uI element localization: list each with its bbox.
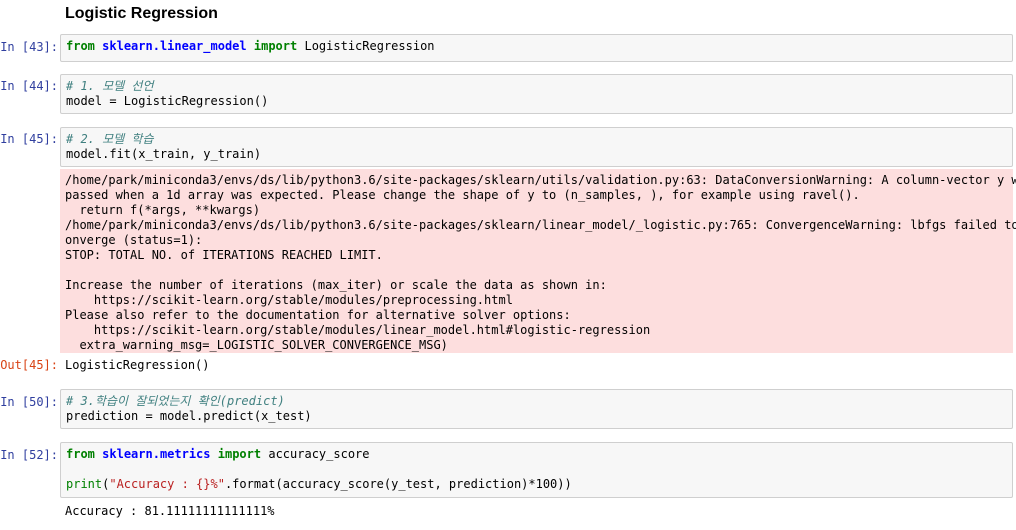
notebook: Logistic Regression In [43]: from sklear…	[0, 0, 1016, 530]
code-cell-50[interactable]: # 3.학습이 잘되었는지 확인(predict) prediction = m…	[60, 389, 1013, 429]
input-prompt: In [44]:	[0, 79, 58, 93]
code-comment: # 3.학습이 잘되었는지 확인(predict)	[66, 394, 285, 408]
input-prompt: In [50]:	[0, 395, 58, 409]
builtin-print: print	[66, 477, 103, 491]
module-name: sklearn.linear_model	[102, 39, 247, 53]
keyword-import: import	[253, 39, 298, 53]
code-cell-43[interactable]: from sklearn.linear_model import Logisti…	[60, 34, 1013, 62]
code-line: prediction = model.predict(x_test)	[66, 409, 312, 423]
code-line: .format(accuracy_score(y_test, predictio…	[224, 477, 572, 491]
code-cell-52[interactable]: from sklearn.metrics import accuracy_sco…	[60, 442, 1013, 498]
input-prompt: In [52]:	[0, 448, 58, 462]
code-comment: # 2. 모델 학습	[66, 132, 154, 146]
import-name: accuracy_score	[268, 447, 370, 461]
code-line: model.fit(x_train, y_train)	[66, 147, 262, 161]
cell-output: LogisticRegression()	[65, 358, 210, 372]
keyword-import: import	[217, 447, 262, 461]
import-name: LogisticRegression	[304, 39, 435, 53]
input-prompt: In [43]:	[0, 40, 58, 54]
cell-output: Accuracy : 81.11111111111111%	[65, 504, 275, 518]
code-cell-44[interactable]: # 1. 모델 선언 model = LogisticRegression()	[60, 74, 1013, 114]
code-cell-45[interactable]: # 2. 모델 학습 model.fit(x_train, y_train)	[60, 127, 1013, 167]
module-name: sklearn.metrics	[102, 447, 211, 461]
keyword-from: from	[66, 447, 95, 461]
code-comment: # 1. 모델 선언	[66, 79, 154, 93]
code-string: "Accuracy : {}%"	[109, 477, 225, 491]
input-prompt: In [45]:	[0, 132, 58, 146]
section-heading: Logistic Regression	[65, 5, 218, 22]
output-prompt: Out[45]:	[0, 358, 58, 372]
code-line: model = LogisticRegression()	[66, 94, 269, 108]
keyword-from: from	[66, 39, 95, 53]
stderr-warning-output: /home/park/miniconda3/envs/ds/lib/python…	[60, 169, 1016, 353]
